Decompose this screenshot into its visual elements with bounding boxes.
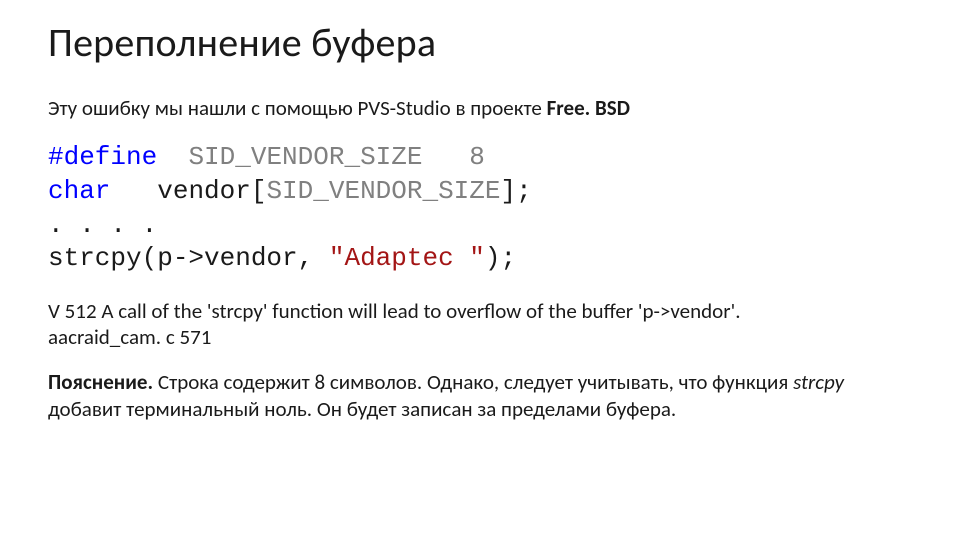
slide: Переполнение буфера Эту ошибку мы нашли …	[0, 0, 960, 450]
diagnostic-line2: aacraid_cam. c 571	[48, 324, 211, 350]
code-text: vendor[	[157, 176, 266, 206]
code-text: ];	[501, 176, 532, 206]
code-identifier: SID_VENDOR_SIZE	[266, 176, 500, 206]
explanation-em: strcpy	[793, 369, 844, 395]
explanation-part: Строка содержит 8 символов. Однако, след…	[153, 369, 793, 395]
diagnostic-line1: V 512 A call of the 'strcpy' function wi…	[48, 298, 741, 324]
explanation-part: добавит терминальный ноль. Он будет запи…	[48, 396, 676, 422]
code-keyword: #define	[48, 142, 157, 172]
code-text: . . . .	[48, 210, 157, 240]
code-text: );	[485, 243, 516, 273]
code-space	[110, 176, 157, 206]
code-space	[422, 142, 469, 172]
code-identifier: SID_VENDOR_SIZE	[188, 142, 422, 172]
code-block: #define SID_VENDOR_SIZE 8 char vendor[SI…	[48, 141, 912, 276]
slide-title: Переполнение буфера	[48, 18, 912, 67]
slide-subtitle: Эту ошибку мы нашли с помощью PVS-Studio…	[48, 95, 912, 121]
diagnostic-text: V 512 A call of the 'strcpy' function wi…	[48, 298, 912, 351]
explanation-lead: Пояснение.	[48, 369, 153, 395]
explanation-text: Пояснение. Строка содержит 8 символов. О…	[48, 369, 912, 423]
subtitle-project: Free. BSD	[547, 95, 630, 121]
code-string: "Adaptec "	[329, 243, 485, 273]
code-text: strcpy(p->vendor,	[48, 243, 329, 273]
subtitle-prefix: Эту ошибку мы нашли с помощью PVS-Studio…	[48, 95, 547, 121]
code-keyword: char	[48, 176, 110, 206]
code-number: 8	[469, 142, 485, 172]
code-space	[157, 142, 188, 172]
